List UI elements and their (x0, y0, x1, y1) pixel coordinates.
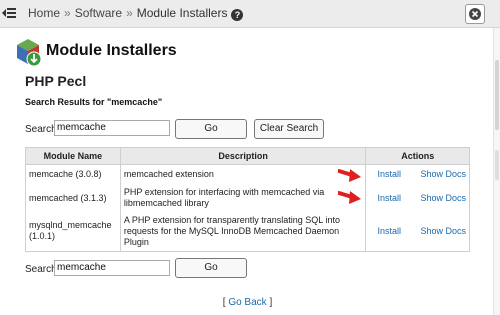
breadcrumb-home[interactable]: Home (28, 6, 60, 20)
breadcrumb-software[interactable]: Software (75, 6, 122, 20)
go-back-row: [ Go Back ] (0, 297, 495, 308)
table-row: memcache (3.0.8) memcached extension Ins… (25, 164, 470, 185)
scrollbar-thumb[interactable] (495, 60, 499, 130)
header-actions: Actions (365, 147, 470, 165)
clear-search-button[interactable]: Clear Search (254, 119, 324, 139)
section-title: PHP Pecl (25, 73, 87, 89)
actions-cell: Install Show Docs (365, 211, 470, 252)
top-bar: Home» Software» Module Installers? (0, 0, 500, 28)
search-input[interactable] (54, 260, 170, 276)
close-icon (469, 8, 481, 20)
module-name: mysqlnd_memcache (1.0.1) (25, 211, 121, 252)
breadcrumb: Home» Software» Module Installers? (28, 6, 244, 21)
actions-cell: Install Show Docs (365, 184, 470, 212)
breadcrumb-separator: » (64, 6, 71, 20)
bracket-close: ] (269, 297, 273, 308)
breadcrumb-separator: » (126, 6, 133, 20)
module-name: memcache (3.0.8) (25, 164, 121, 185)
header-description: Description (119, 147, 367, 165)
page-title: Module Installers (46, 42, 177, 59)
go-back-link[interactable]: Go Back (228, 297, 266, 308)
breadcrumb-current: Module Installers (136, 6, 228, 20)
go-button[interactable]: Go (175, 119, 247, 139)
hamburger-icon[interactable] (2, 6, 16, 20)
table-header-row: Module Name Description Actions (25, 147, 470, 165)
results-heading: Search Results for "memcache" (25, 97, 163, 107)
close-button[interactable] (465, 4, 485, 24)
search-input[interactable] (54, 120, 170, 136)
install-link[interactable]: Install (369, 169, 420, 180)
module-description: PHP extension for interfacing with memca… (119, 184, 367, 212)
results-table: Module Name Description Actions memcache… (25, 147, 470, 252)
show-docs-link[interactable]: Show Docs (420, 193, 466, 204)
show-docs-link[interactable]: Show Docs (420, 226, 466, 237)
search-label: Search (25, 264, 57, 275)
table-row: mysqlnd_memcache (1.0.1) A PHP extension… (25, 211, 470, 252)
annotation-arrow-icon (338, 169, 361, 182)
scrollbar-thumb-secondary (495, 150, 499, 180)
go-button[interactable]: Go (175, 258, 247, 278)
actions-cell: Install Show Docs (365, 164, 470, 185)
annotation-arrow-icon (338, 191, 361, 204)
module-name: memcached (3.1.3) (25, 184, 121, 212)
bracket-open: [ (222, 297, 226, 308)
table-row: memcached (3.1.3) PHP extension for inte… (25, 184, 470, 212)
module-description: A PHP extension for transparently transl… (119, 211, 367, 252)
help-icon[interactable]: ? (231, 9, 244, 21)
module-installers-icon (17, 39, 42, 67)
header-module-name: Module Name (25, 147, 121, 165)
install-link[interactable]: Install (369, 226, 420, 237)
module-description: memcached extension (119, 164, 367, 185)
show-docs-link[interactable]: Show Docs (420, 169, 466, 180)
search-label: Search (25, 124, 57, 135)
install-link[interactable]: Install (369, 193, 420, 204)
